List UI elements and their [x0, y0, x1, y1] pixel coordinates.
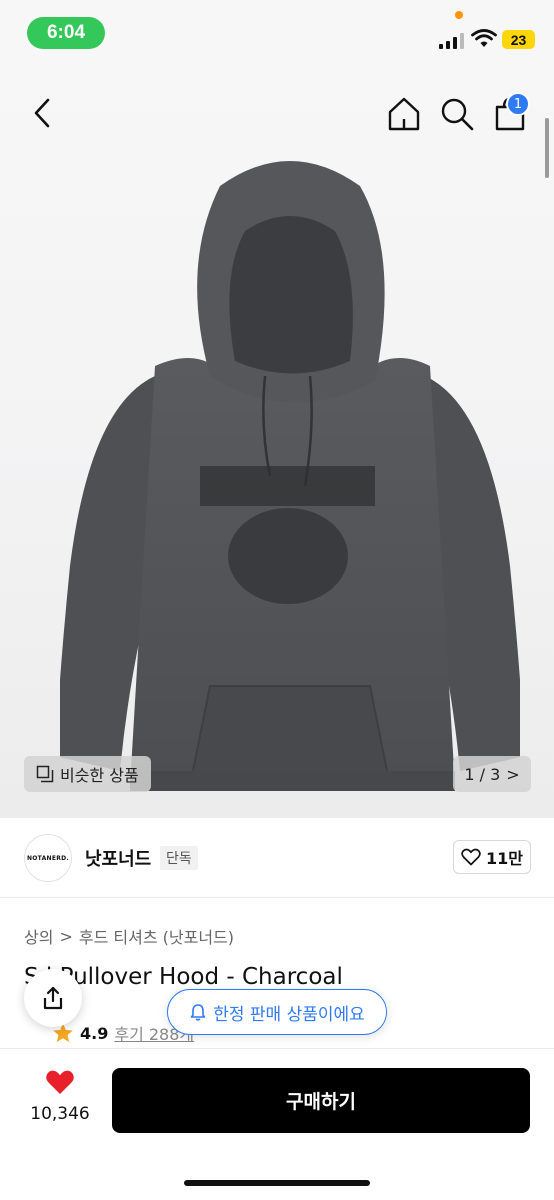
search-icon[interactable]: [437, 94, 477, 134]
heart-filled-icon: [46, 1070, 74, 1094]
image-page-counter[interactable]: 1 / 3 >: [453, 756, 531, 792]
back-arrow-icon[interactable]: [26, 96, 60, 130]
breadcrumb-separator: >: [59, 926, 73, 946]
battery-indicator: 23: [502, 30, 535, 49]
wifi-icon: [471, 29, 497, 47]
exclusive-badge: 단독: [160, 846, 198, 870]
home-indicator: [184, 1180, 370, 1186]
home-icon[interactable]: [384, 94, 424, 134]
cart-count-badge: 1: [506, 92, 530, 116]
product-title: S l Pullover Hood - Charcoal: [24, 964, 343, 990]
limited-sale-notice: 한정 판매 상품이에요: [167, 989, 387, 1035]
brand-like-count: 11만: [486, 849, 523, 868]
privacy-indicator-dot: [455, 11, 463, 19]
heart-outline-icon: [461, 848, 481, 866]
bell-icon: [190, 1004, 206, 1021]
wishlist-count: 10,346: [30, 1104, 90, 1124]
share-button[interactable]: [24, 969, 82, 1027]
brand-like-button[interactable]: 11만: [453, 840, 531, 874]
breadcrumb: 상의 > 후드 티셔츠 (낫포너드): [24, 924, 234, 948]
limited-sale-label: 한정 판매 상품이에요: [213, 1004, 365, 1025]
similar-products-label: 비슷한 상품: [60, 766, 139, 785]
page-indicator-text: 1 / 3: [464, 764, 501, 784]
breadcrumb-item-category[interactable]: 상의: [24, 924, 53, 948]
buy-button[interactable]: 구매하기: [112, 1068, 530, 1133]
brand-name[interactable]: 낫포너드: [85, 845, 151, 871]
wishlist-button[interactable]: 10,346: [22, 1069, 98, 1124]
share-icon: [43, 986, 63, 1010]
rating-value: 4.9: [80, 1023, 109, 1043]
cellular-signal-icon: [439, 33, 464, 49]
bottom-purchase-bar: 10,346 구매하기: [0, 1048, 554, 1200]
similar-products-button[interactable]: 비슷한 상품: [24, 756, 151, 792]
status-time: 6:04: [27, 17, 105, 49]
product-image-gallery[interactable]: 1 비슷한 상품 1 / 3 >: [0, 66, 554, 818]
stack-icon: [36, 765, 54, 783]
status-bar: 6:04 23: [0, 0, 554, 66]
scroll-indicator: [545, 118, 549, 178]
product-photo-hoodie: [60, 161, 520, 791]
breadcrumb-item-subcategory[interactable]: 후드 티셔츠 (낫포너드): [79, 924, 234, 948]
chevron-right-icon: >: [506, 764, 520, 784]
brand-logo[interactable]: NOTANERD.: [24, 834, 72, 882]
brand-row[interactable]: NOTANERD. 낫포너드 단독 11만: [0, 818, 554, 898]
